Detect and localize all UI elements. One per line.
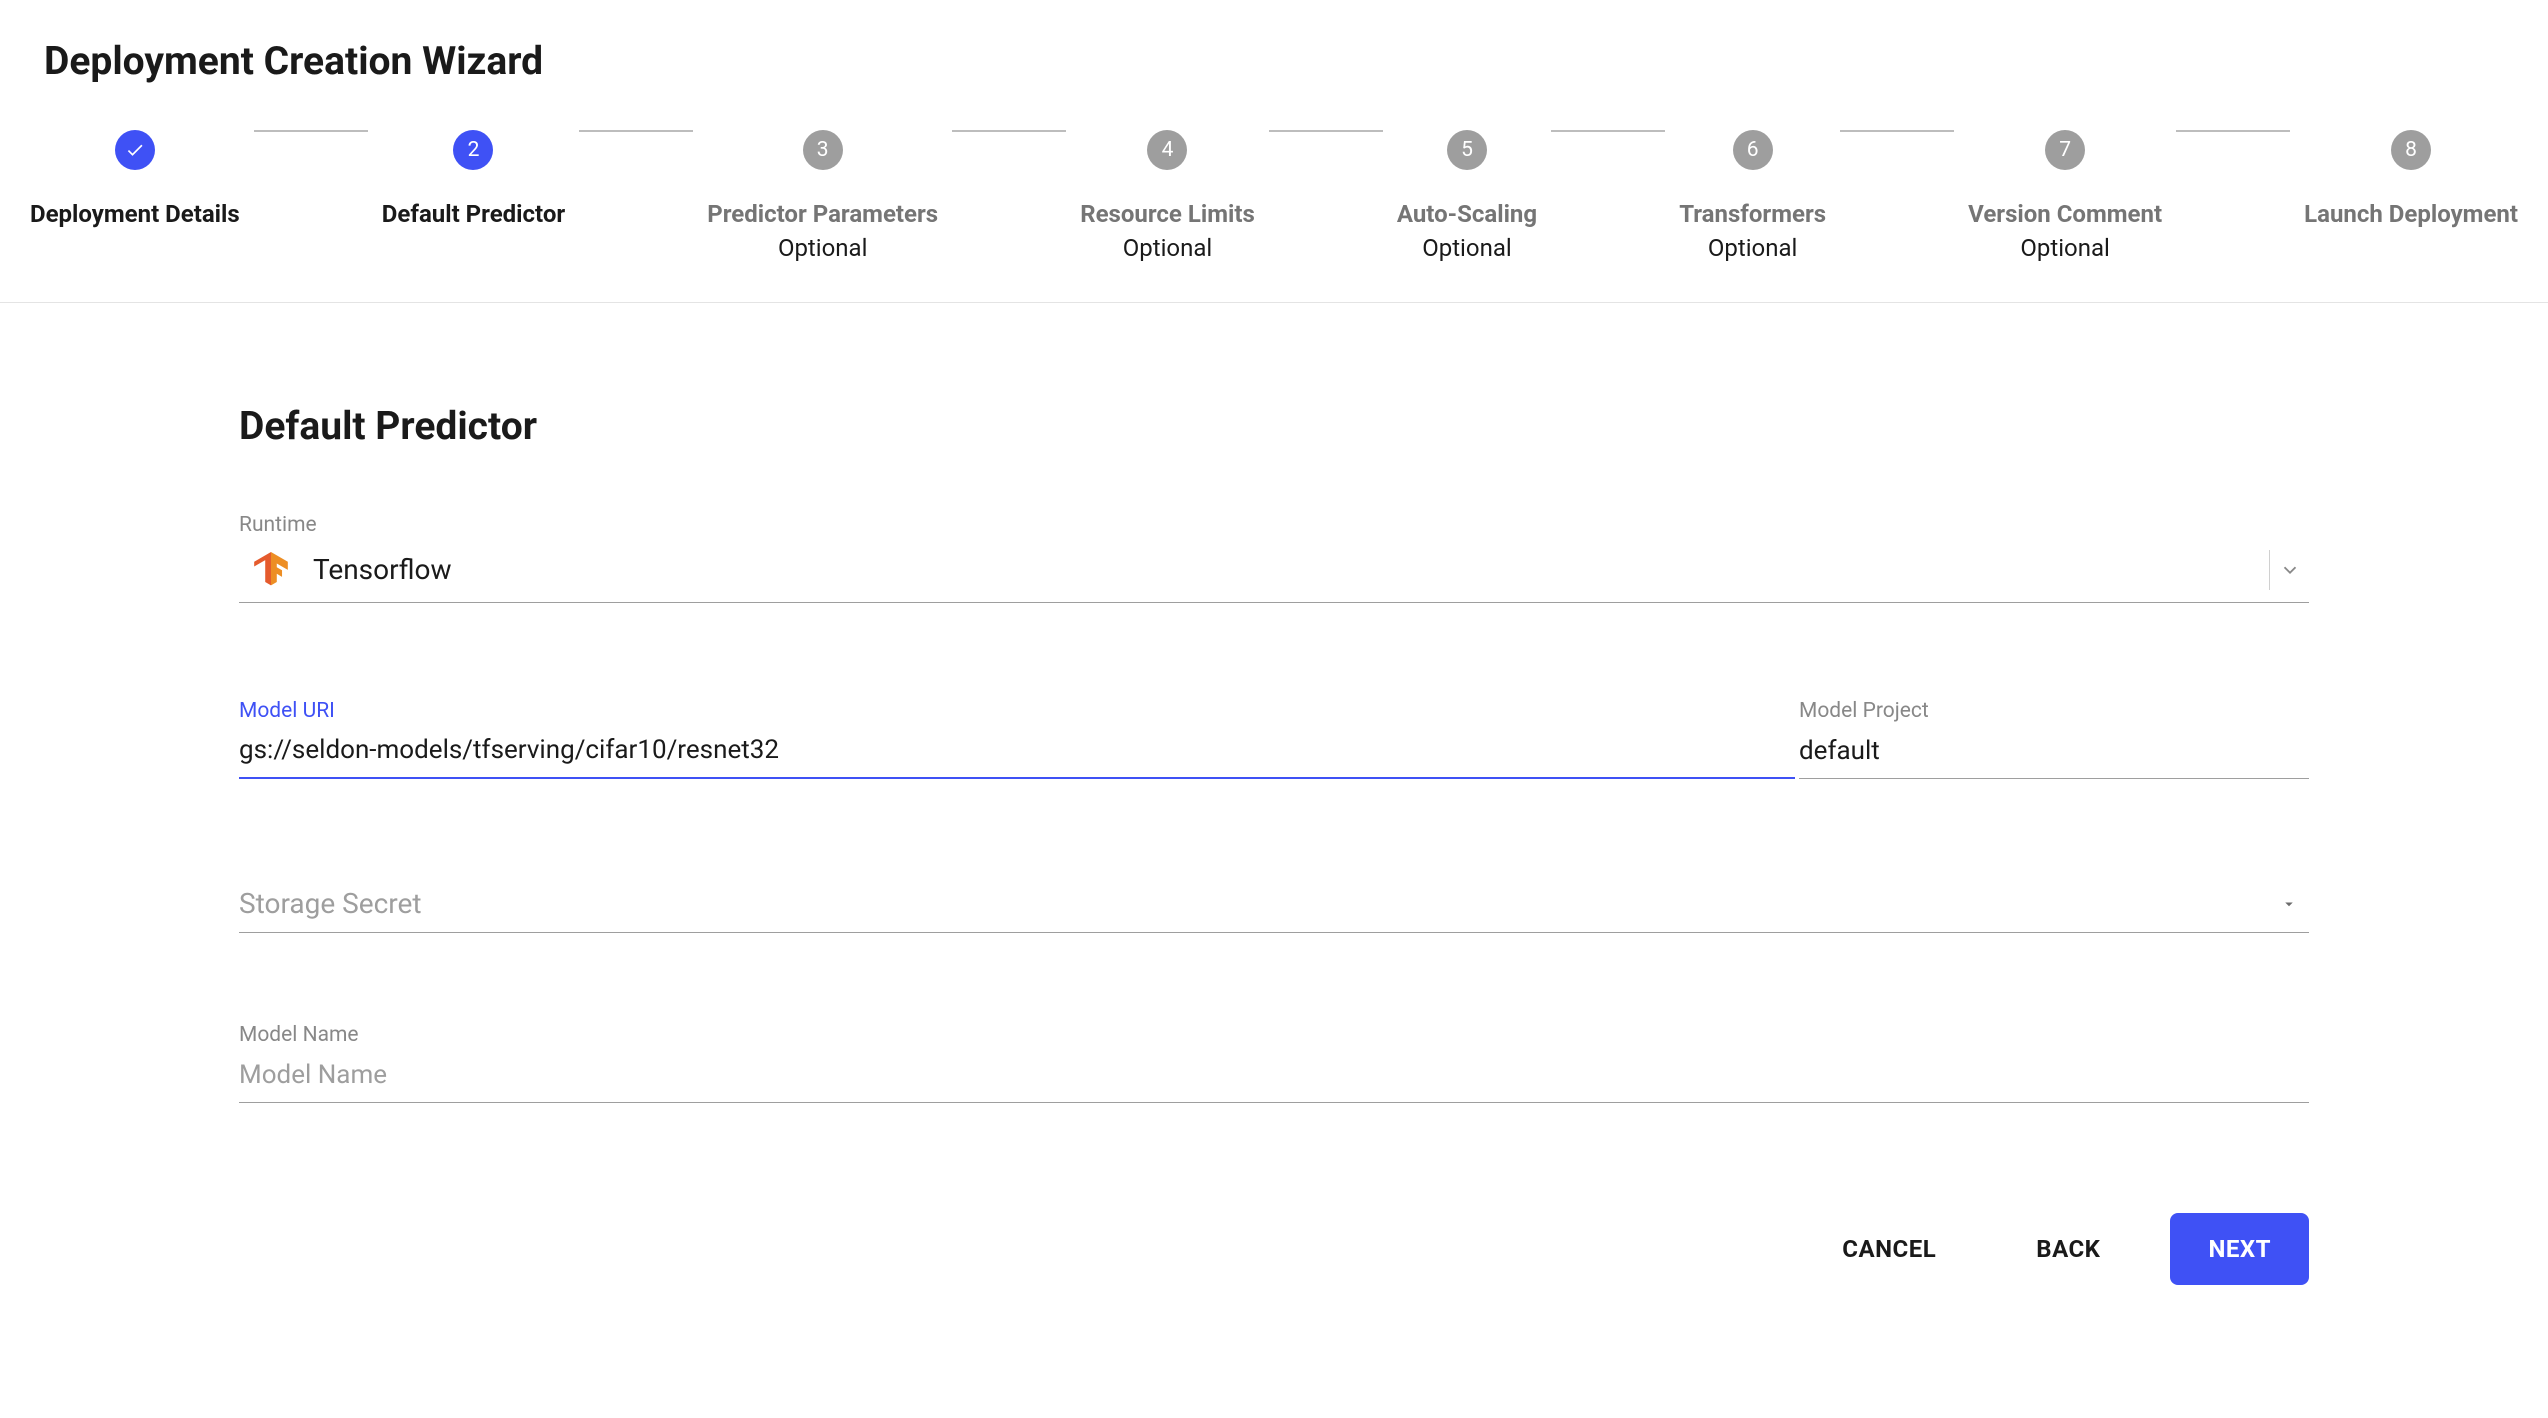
step-label: Launch Deployment bbox=[2304, 200, 2518, 228]
chevron-down-icon bbox=[2269, 550, 2309, 590]
step-label: Version Comment bbox=[1968, 200, 2162, 228]
step-sublabel: Optional bbox=[1422, 234, 1512, 262]
check-icon bbox=[125, 140, 145, 160]
next-button[interactable]: NEXT bbox=[2170, 1213, 2309, 1285]
step-label: Predictor Parameters bbox=[707, 200, 938, 228]
step-label: Transformers bbox=[1679, 200, 1826, 228]
model-uri-label: Model URI bbox=[239, 699, 1795, 723]
uri-project-row: Model URI Model Project bbox=[239, 699, 2309, 779]
step-number: 2 bbox=[468, 138, 480, 162]
step-sublabel: Optional bbox=[778, 234, 868, 262]
step-connector bbox=[2176, 130, 2290, 132]
step-circle-inactive: 5 bbox=[1447, 130, 1487, 170]
caret-down-icon bbox=[2269, 884, 2309, 924]
step-connector bbox=[579, 130, 693, 132]
step-default-predictor[interactable]: 2 Default Predictor bbox=[382, 130, 565, 228]
step-resource-limits[interactable]: 4 Resource Limits Optional bbox=[1080, 130, 1255, 262]
step-label: Deployment Details bbox=[30, 200, 240, 228]
model-project-label: Model Project bbox=[1799, 699, 2309, 723]
step-connector bbox=[952, 130, 1066, 132]
step-connector bbox=[254, 130, 368, 132]
step-sublabel: Optional bbox=[1708, 234, 1798, 262]
step-deployment-details[interactable]: Deployment Details bbox=[30, 130, 240, 228]
step-sublabel: Optional bbox=[2020, 234, 2110, 262]
model-project-field: Model Project bbox=[1799, 699, 2309, 779]
step-circle-inactive: 3 bbox=[803, 130, 843, 170]
step-launch-deployment[interactable]: 8 Launch Deployment bbox=[2304, 130, 2518, 228]
runtime-value: Tensorflow bbox=[313, 553, 2269, 586]
step-number: 7 bbox=[2059, 138, 2071, 162]
step-label: Auto-Scaling bbox=[1397, 200, 1537, 228]
model-name-label: Model Name bbox=[239, 1023, 2309, 1047]
model-uri-input-wrap bbox=[239, 725, 1795, 779]
page-title: Deployment Creation Wizard bbox=[0, 0, 2548, 84]
model-project-input[interactable] bbox=[1799, 736, 2309, 766]
step-number: 8 bbox=[2405, 138, 2417, 162]
tensorflow-icon bbox=[253, 552, 289, 588]
step-version-comment[interactable]: 7 Version Comment Optional bbox=[1968, 130, 2162, 262]
step-sublabel: Optional bbox=[1123, 234, 1213, 262]
step-connector bbox=[1840, 130, 1954, 132]
storage-secret-placeholder: Storage Secret bbox=[239, 887, 2269, 920]
step-circle-inactive: 4 bbox=[1147, 130, 1187, 170]
step-number: 5 bbox=[1461, 138, 1473, 162]
back-button[interactable]: BACK bbox=[2006, 1213, 2130, 1285]
step-label: Default Predictor bbox=[382, 200, 565, 228]
step-auto-scaling[interactable]: 5 Auto-Scaling Optional bbox=[1397, 130, 1537, 262]
runtime-select[interactable]: Tensorflow bbox=[239, 539, 2309, 603]
step-circle-inactive: 6 bbox=[1733, 130, 1773, 170]
model-name-input-wrap bbox=[239, 1049, 2309, 1103]
button-row: CANCEL BACK NEXT bbox=[239, 1213, 2309, 1285]
step-label: Resource Limits bbox=[1080, 200, 1255, 228]
step-predictor-parameters[interactable]: 3 Predictor Parameters Optional bbox=[707, 130, 938, 262]
step-transformers[interactable]: 6 Transformers Optional bbox=[1679, 130, 1826, 262]
cancel-button[interactable]: CANCEL bbox=[1812, 1213, 1966, 1285]
model-project-input-wrap bbox=[1799, 725, 2309, 779]
runtime-label: Runtime bbox=[239, 513, 2309, 537]
step-connector bbox=[1551, 130, 1665, 132]
step-number: 3 bbox=[817, 138, 829, 162]
section-title: Default Predictor bbox=[239, 403, 2309, 449]
storage-secret-select[interactable]: Storage Secret bbox=[239, 875, 2309, 933]
form-area: Default Predictor Runtime Tensorflow Mod… bbox=[239, 403, 2309, 1285]
step-circle-completed bbox=[115, 130, 155, 170]
runtime-field: Runtime Tensorflow bbox=[239, 513, 2309, 603]
model-uri-field: Model URI bbox=[239, 699, 1795, 779]
storage-secret-field: Storage Secret bbox=[239, 875, 2309, 933]
step-circle-inactive: 8 bbox=[2391, 130, 2431, 170]
step-circle-active: 2 bbox=[453, 130, 493, 170]
step-circle-inactive: 7 bbox=[2045, 130, 2085, 170]
model-uri-input[interactable] bbox=[239, 735, 1795, 765]
step-connector bbox=[1269, 130, 1383, 132]
step-number: 4 bbox=[1162, 138, 1174, 162]
stepper: Deployment Details 2 Default Predictor 3… bbox=[0, 84, 2548, 303]
model-name-input[interactable] bbox=[239, 1060, 2309, 1090]
model-name-field: Model Name bbox=[239, 1023, 2309, 1103]
step-number: 6 bbox=[1747, 138, 1759, 162]
